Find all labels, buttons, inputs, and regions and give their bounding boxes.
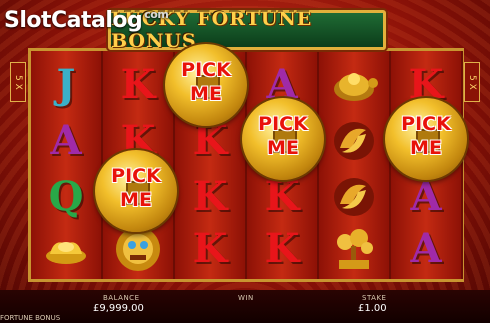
bonsai-icon (319, 221, 389, 276)
turtle-icon (319, 57, 389, 112)
game-mode-label: FORTUNE BONUS (0, 314, 61, 322)
watermark-logo: SlotCatalog com (4, 8, 169, 33)
pick-label: PICK (111, 165, 161, 187)
symbol-k: K (192, 173, 228, 220)
side-tab-left: 5 X (10, 62, 26, 102)
symbol-a: A (50, 117, 82, 164)
symbol-a: A (410, 225, 442, 272)
gold-ingot-icon (31, 221, 101, 276)
pick-label: PICK (258, 113, 308, 135)
me-label: ME (410, 137, 442, 159)
stake-label: STAKE (362, 294, 387, 302)
me-label: ME (267, 137, 299, 159)
pick-me-coin-3[interactable]: PICK ME (385, 98, 467, 180)
side-tab-right: 5 X (464, 62, 480, 102)
pick-label: PICK (181, 59, 231, 81)
pick-me-coin-4[interactable]: PICK ME (95, 150, 177, 232)
reel-5 (319, 51, 391, 279)
balance-value: £9,999.00 (93, 303, 144, 314)
pick-label: PICK (401, 113, 451, 135)
pick-me-coin-2[interactable]: PICK ME (242, 98, 324, 180)
pick-me-coin-1[interactable]: PICK ME (165, 44, 247, 126)
balance-label: BALANCE (103, 294, 140, 302)
win-label: WIN (238, 294, 254, 302)
me-label: ME (120, 189, 152, 211)
symbol-k: K (192, 225, 228, 272)
koi-fish-icon (319, 169, 389, 224)
symbol-j: J (56, 61, 76, 108)
me-label: ME (190, 83, 222, 105)
stake-value: £1.00 (358, 303, 387, 314)
bottom-bar: BALANCE £9,999.00 WIN STAKE £1.00 (0, 290, 490, 323)
symbol-k: K (264, 225, 300, 272)
